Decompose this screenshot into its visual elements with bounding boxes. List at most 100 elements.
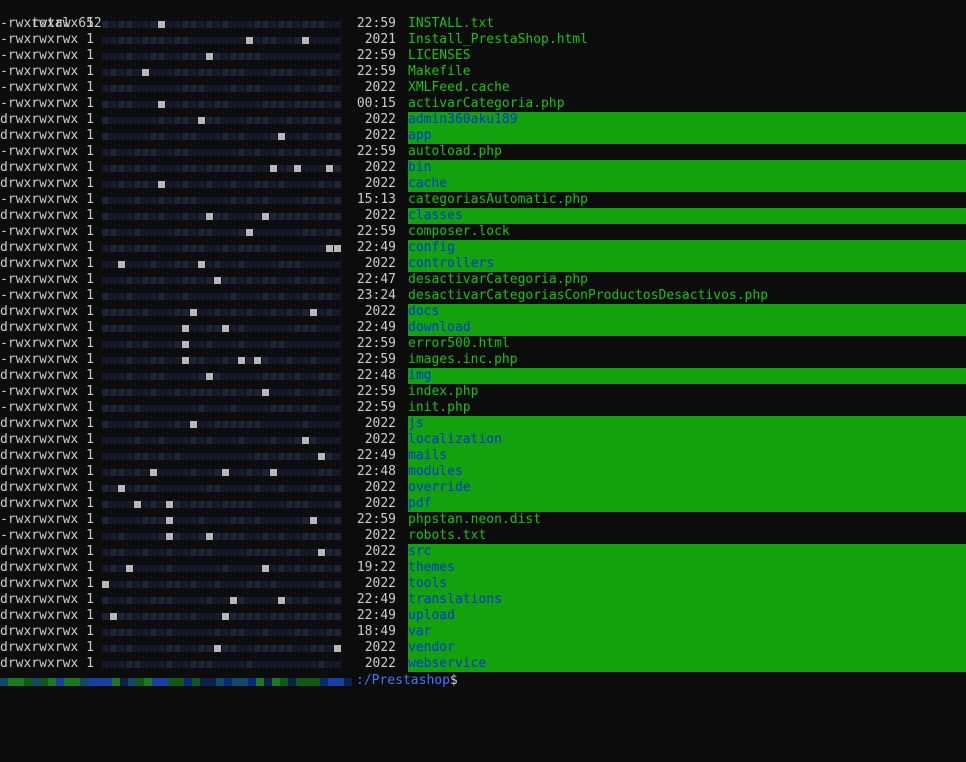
modified-time: 00:15	[356, 96, 396, 111]
redacted-owner-size	[100, 544, 352, 560]
permissions: -rwxrwxrwx 1	[0, 352, 94, 367]
directory-name: admin360aku189	[408, 112, 518, 127]
permissions: -rwxrwxrwx 1	[0, 336, 94, 351]
directory-highlight	[408, 368, 966, 384]
file-name: categoriasAutomatic.php	[408, 192, 589, 207]
directory-name: tools	[408, 576, 448, 591]
directory-row: drwxrwxrwx 1 2022 pdf	[0, 496, 966, 512]
file-row: -rwxrwxrwx 1 22:59 Makefile	[0, 64, 966, 80]
modified-time: 2022	[364, 544, 396, 559]
permissions: drwxrwxrwx 1	[0, 544, 94, 559]
permissions: drwxrwxrwx 1	[0, 656, 94, 671]
file-row: -rwxrwxrwx 1 2022 robots.txt	[0, 528, 966, 544]
directory-name: localization	[408, 432, 502, 447]
permissions: drwxrwxrwx 1	[0, 608, 94, 623]
total-line: total 652	[0, 0, 966, 31]
directory-row: drwxrwxrwx 1 2022 src	[0, 544, 966, 560]
permissions: -rwxrwxrwx 1	[0, 48, 94, 63]
redacted-owner-size	[100, 560, 352, 576]
file-row: -rwxrwxrwx 1 2021 Install_PrestaShop.html	[0, 32, 966, 48]
directory-row: drwxrwxrwx 1 2022 docs	[0, 304, 966, 320]
file-row: -rwxrwxrwx 1 22:59 autoload.php	[0, 144, 966, 160]
directory-row: drwxrwxrwx 1 2022 cache	[0, 176, 966, 192]
modified-time: 23:24	[356, 288, 396, 303]
modified-time: 22:59	[356, 16, 396, 31]
directory-row: drwxrwxrwx 1 22:49 download	[0, 320, 966, 336]
modified-time: 2022	[364, 656, 396, 671]
redacted-owner-size	[100, 496, 352, 512]
directory-highlight	[408, 608, 966, 624]
modified-time: 2022	[364, 176, 396, 191]
directory-highlight	[408, 464, 966, 480]
redacted-owner-size	[100, 464, 352, 480]
file-name: init.php	[408, 400, 471, 415]
directory-name: img	[408, 368, 432, 383]
modified-time: 22:59	[356, 400, 396, 415]
redacted-owner-size	[100, 656, 352, 672]
permissions: drwxrwxrwx 1	[0, 432, 94, 447]
modified-time: 22:49	[356, 592, 396, 607]
permissions: -rwxrwxrwx 1	[0, 32, 94, 47]
permissions: drwxrwxrwx 1	[0, 496, 94, 511]
directory-row: drwxrwxrwx 1 22:48 modules	[0, 464, 966, 480]
permissions: -rwxrwxrwx 1	[0, 288, 94, 303]
directory-name: webservice	[408, 656, 487, 671]
permissions: drwxrwxrwx 1	[0, 448, 94, 463]
prompt-path-text: :/Prestashop	[356, 673, 450, 688]
directory-name: js	[408, 416, 424, 431]
directory-highlight	[408, 208, 966, 224]
permissions: -rwxrwxrwx 1	[0, 192, 94, 207]
modified-time: 2022	[364, 112, 396, 127]
modified-time: 18:49	[356, 624, 396, 639]
command-prompt[interactable]: :/Prestashop$	[0, 672, 966, 690]
redacted-owner-size	[100, 528, 352, 544]
modified-time: 22:48	[356, 464, 396, 479]
permissions: drwxrwxrwx 1	[0, 112, 94, 127]
permissions: drwxrwxrwx 1	[0, 208, 94, 223]
modified-time: 22:59	[356, 352, 396, 367]
permissions: -rwxrwxrwx 1	[0, 80, 94, 95]
modified-time: 22:49	[356, 608, 396, 623]
redacted-owner-size	[100, 16, 352, 32]
redacted-owner-size	[100, 320, 352, 336]
redacted-owner-size	[100, 352, 352, 368]
redacted-owner-size	[100, 208, 352, 224]
file-row: -rwxrwxrwx 1 22:59 phpstan.neon.dist	[0, 512, 966, 528]
directory-row: drwxrwxrwx 1 22:48 img	[0, 368, 966, 384]
modified-time: 2022	[364, 640, 396, 655]
directory-highlight	[408, 576, 966, 592]
redacted-owner-size	[100, 64, 352, 80]
directory-name: config	[408, 240, 455, 255]
file-row: -rwxrwxrwx 1 22:59 index.php	[0, 384, 966, 400]
redacted-owner-size	[100, 256, 352, 272]
directory-highlight	[408, 624, 966, 640]
terminal-window[interactable]: total 652 -rwxrwxrwx 1 22:59 INSTALL.txt -r…	[0, 0, 966, 694]
permissions: drwxrwxrwx 1	[0, 592, 94, 607]
permissions: drwxrwxrwx 1	[0, 624, 94, 639]
file-name: desactivarCategoria.php	[408, 272, 589, 287]
permissions: drwxrwxrwx 1	[0, 480, 94, 495]
modified-time: 15:13	[356, 192, 396, 207]
modified-time: 2022	[364, 576, 396, 591]
file-row: -rwxrwxrwx 1 00:15 activarCategoria.php	[0, 96, 966, 112]
permissions: drwxrwxrwx 1	[0, 160, 94, 175]
modified-time: 2022	[364, 480, 396, 495]
modified-time: 2022	[364, 80, 396, 95]
file-row: -rwxrwxrwx 1 22:47 desactivarCategoria.php	[0, 272, 966, 288]
directory-name: controllers	[408, 256, 495, 271]
directory-row: drwxrwxrwx 1 22:49 upload	[0, 608, 966, 624]
redacted-owner-size	[100, 288, 352, 304]
redacted-owner-size	[100, 416, 352, 432]
file-name: phpstan.neon.dist	[408, 512, 542, 527]
directory-name: bin	[408, 160, 432, 175]
redacted-owner-size	[100, 576, 352, 592]
directory-row: drwxrwxrwx 1 19:22 themes	[0, 560, 966, 576]
permissions: drwxrwxrwx 1	[0, 560, 94, 575]
file-name: error500.html	[408, 336, 510, 351]
directory-name: src	[408, 544, 432, 559]
redacted-owner-size	[100, 384, 352, 400]
directory-name: download	[408, 320, 471, 335]
modified-time: 2022	[364, 416, 396, 431]
redacted-owner-size	[100, 304, 352, 320]
redacted-owner-size	[100, 240, 352, 256]
